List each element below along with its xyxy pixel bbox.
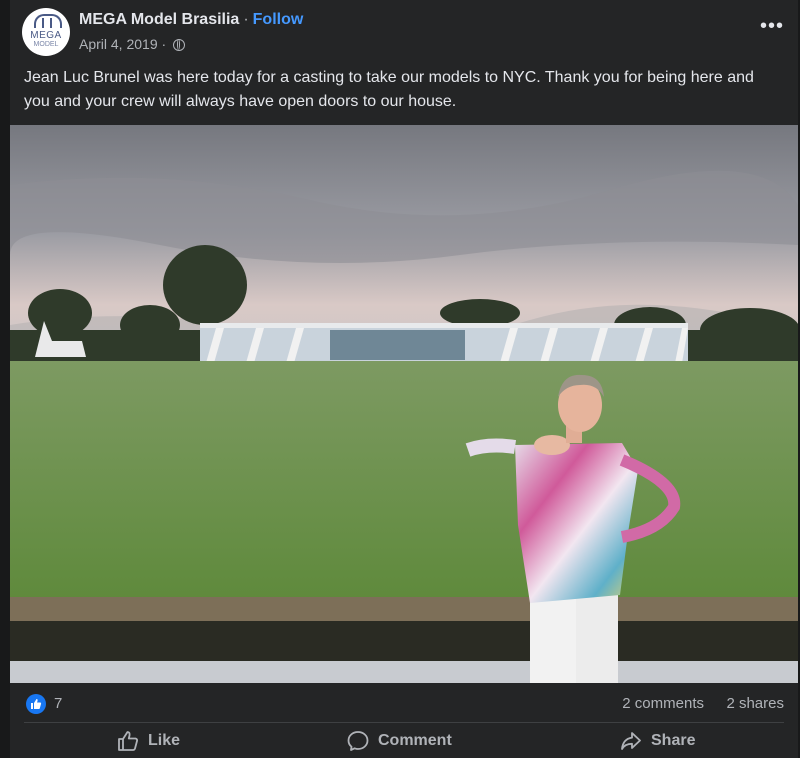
stats-divider: [24, 722, 784, 723]
more-options-icon[interactable]: •••: [758, 16, 786, 40]
page-name-line: MEGA Model Brasilia · Follow: [79, 11, 303, 29]
thumbs-up-glyph: [31, 699, 42, 709]
like-button[interactable]: Like: [116, 726, 180, 756]
post-photo[interactable]: [10, 125, 798, 683]
share-arrow-icon: [621, 732, 641, 750]
comments-count[interactable]: 2 comments: [622, 695, 704, 712]
logo-icon: [34, 14, 62, 28]
thumbs-up-outline-icon: [118, 731, 138, 751]
follow-button[interactable]: Follow: [253, 11, 304, 28]
separator-dot: ·: [161, 36, 171, 52]
comment-button[interactable]: Comment: [346, 726, 452, 756]
photo-scene: [10, 125, 798, 683]
reaction-count[interactable]: 7: [54, 695, 62, 712]
speech-bubble-icon: [347, 731, 369, 751]
thumbs-up-icon[interactable]: [26, 694, 46, 714]
post-meta: April 4, 2019 ·: [79, 36, 186, 52]
share-button[interactable]: Share: [619, 726, 695, 756]
page-name-link[interactable]: MEGA Model Brasilia: [79, 11, 239, 28]
shares-count[interactable]: 2 shares: [726, 695, 784, 712]
post-card: MEGA MODEL MEGA Model Brasilia · Follow Ap…: [10, 0, 798, 758]
post-caption: Jean Luc Brunel was here today for a cas…: [24, 69, 754, 110]
post-stats: 7 2 comments 2 shares: [10, 684, 798, 724]
post-header: MEGA MODEL MEGA Model Brasilia · Follow Ap…: [22, 8, 786, 58]
globe-icon: [173, 39, 186, 51]
post-date[interactable]: April 4, 2019: [79, 36, 158, 52]
avatar-logo-text: MEGA: [30, 30, 62, 41]
page-avatar[interactable]: MEGA MODEL: [22, 8, 70, 56]
post-actions: Like Comment Share: [10, 724, 798, 758]
separator-dot: ·: [243, 11, 249, 28]
like-button-label: Like: [148, 732, 181, 749]
comment-button-label: Comment: [378, 732, 452, 749]
share-button-label: Share: [651, 732, 696, 749]
avatar-logo-subtext: MODEL: [33, 41, 59, 48]
